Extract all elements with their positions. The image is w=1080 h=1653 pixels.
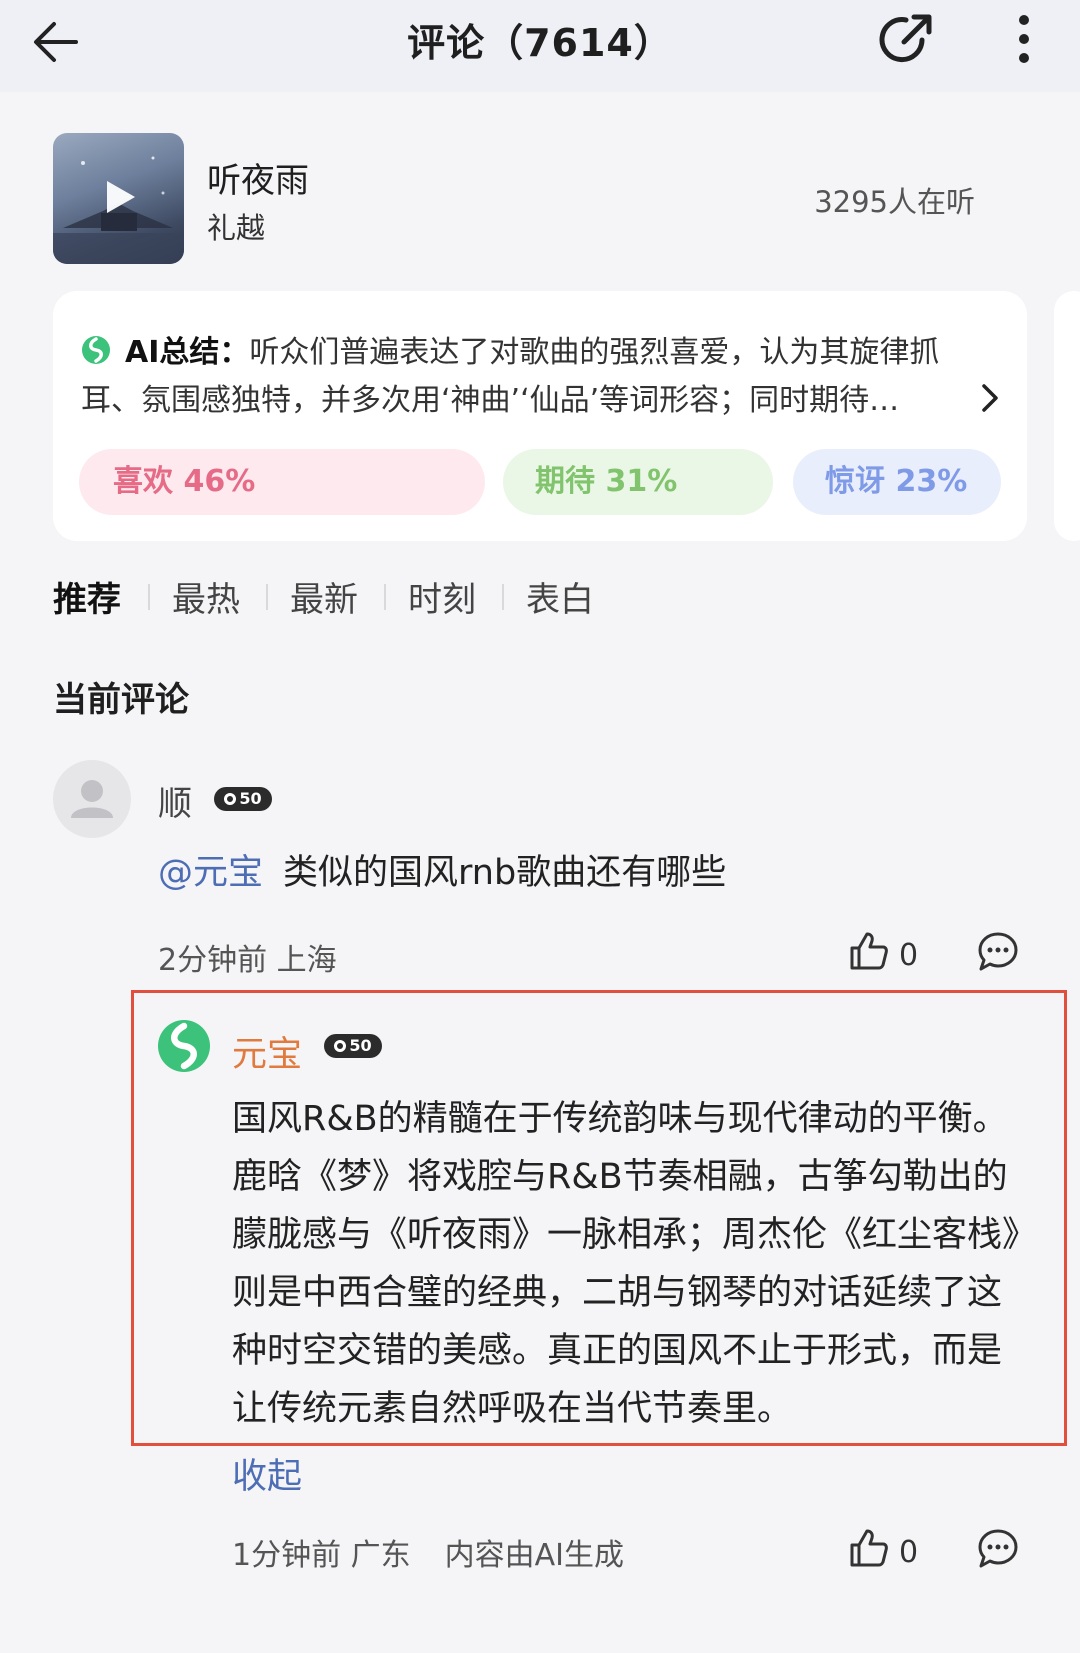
more-vertical-icon[interactable] [1004, 8, 1044, 70]
reply-text: 国风R&B的精髓在于传统韵味与现代律动的平衡。鹿晗《梦》将戏腔与R&B节奏相融，… [232, 1099, 1020, 1429]
reply-meta: 1分钟前 广东 内容由AI生成 [232, 1530, 624, 1574]
mention-link[interactable]: @元宝 [158, 853, 263, 893]
comment-username[interactable]: 顺 [158, 776, 192, 825]
sentiment-surprise-pill[interactable]: 惊讶 23% [793, 449, 1001, 515]
tab-divider [384, 584, 386, 610]
reply-location: 广东 [350, 1538, 411, 1573]
song-title: 听夜雨 [207, 161, 309, 201]
tab-divider [502, 584, 504, 610]
top-bar: 评论（7614） [0, 0, 1080, 92]
badge-ring-icon [334, 1040, 347, 1052]
avatar[interactable] [53, 760, 131, 838]
sentiment-expect-pill[interactable]: 期待 31% [503, 449, 773, 515]
chevron-right-icon[interactable] [979, 381, 1001, 415]
comment-time: 2分钟前 [158, 943, 268, 978]
level-badge: 50 [324, 1034, 382, 1058]
comment-meta: 2分钟前 上海 [158, 935, 337, 979]
reply-username[interactable]: 元宝 [232, 1026, 302, 1077]
album-cover[interactable] [53, 133, 184, 264]
collapse-link[interactable]: 收起 [232, 1448, 302, 1499]
thumbs-up-icon[interactable] [848, 930, 890, 972]
like-count: 0 [899, 1535, 919, 1570]
badge-ring-icon [224, 793, 237, 805]
tab-moments[interactable]: 时刻 [408, 572, 476, 621]
ai-summary-label: AI总结： [125, 335, 250, 370]
like-count: 0 [899, 938, 919, 973]
tab-confession[interactable]: 表白 [526, 572, 594, 621]
level-badge: 50 [214, 787, 272, 811]
comment-body: 类似的国风rnb歌曲还有哪些 [283, 853, 727, 893]
yuanbao-avatar-icon[interactable] [156, 1018, 212, 1074]
thumbs-up-icon[interactable] [848, 1527, 890, 1569]
ai-summary-line-2: 耳、氛围感独特，并多次用‘神曲’‘仙品’等词形容；同时期待… [81, 383, 900, 418]
ai-generated-note: 内容由AI生成 [444, 1538, 625, 1573]
badge-text: 50 [349, 1036, 372, 1055]
sentiment-like-pill[interactable]: 喜欢 46% [79, 449, 485, 515]
section-title: 当前评论 [53, 680, 189, 720]
tab-hot[interactable]: 最热 [172, 572, 240, 621]
comment-location: 上海 [276, 943, 337, 978]
ai-summary-card[interactable]: AI总结：听众们普遍表达了对歌曲的强烈喜爱，认为其旋律抓 耳、氛围感独特，并多次… [53, 291, 1027, 541]
comment-bubble-icon[interactable] [976, 930, 1020, 974]
badge-text: 50 [239, 789, 262, 808]
reply-time: 1分钟前 [232, 1538, 342, 1573]
song-info[interactable]: 听夜雨 礼越 3295人在听 [53, 133, 1033, 264]
comment-bubble-icon[interactable] [976, 1527, 1020, 1571]
listener-count: 3295人在听 [814, 185, 975, 219]
tab-divider [266, 584, 268, 610]
tab-divider [148, 584, 150, 610]
next-card-peek [1054, 291, 1080, 541]
tab-recommend[interactable]: 推荐 [53, 572, 121, 621]
song-artist[interactable]: 礼越 [207, 205, 265, 247]
default-user-icon [71, 780, 113, 818]
play-icon[interactable] [103, 179, 137, 215]
comment-text: @元宝 类似的国风rnb歌曲还有哪些 [158, 844, 726, 895]
share-icon[interactable] [876, 8, 938, 70]
tab-latest[interactable]: 最新 [290, 572, 358, 621]
ai-summary-line-1: AI总结：听众们普遍表达了对歌曲的强烈喜爱，认为其旋律抓 [125, 327, 939, 371]
yuanbao-logo-icon [82, 336, 110, 364]
ai-summary-text-1: 听众们普遍表达了对歌曲的强烈喜爱，认为其旋律抓 [249, 335, 940, 370]
